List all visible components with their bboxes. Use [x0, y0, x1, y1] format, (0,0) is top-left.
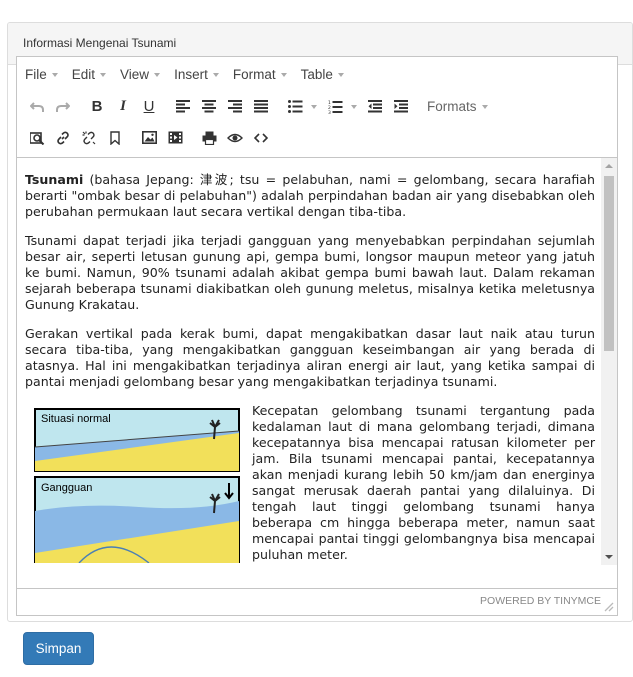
chevron-down-icon	[481, 105, 488, 109]
toolbar-row-1: B I U 123 Formats	[17, 91, 617, 122]
scrollbar-thumb[interactable]	[604, 176, 614, 351]
paragraph-4: Kecepatan gelombang tsunami tergantung p…	[252, 403, 595, 562]
find-replace-icon	[29, 131, 44, 145]
save-button[interactable]: Simpan	[23, 632, 94, 665]
bold-icon: B	[91, 98, 103, 115]
chevron-down-icon	[154, 72, 161, 77]
align-left-button[interactable]	[171, 96, 195, 118]
italic-button[interactable]: I	[111, 96, 135, 118]
chevron-down-icon	[311, 104, 317, 109]
menu-file[interactable]: File	[25, 67, 58, 82]
menu-format-label: Format	[232, 66, 276, 82]
bullet-list-button[interactable]	[283, 96, 307, 118]
outdent-button[interactable]	[363, 96, 387, 118]
bookmark-button[interactable]	[103, 127, 127, 149]
chevron-down-icon	[51, 72, 58, 77]
align-justify-icon	[254, 100, 268, 113]
unlink-icon	[82, 131, 96, 144]
media-icon	[168, 131, 182, 144]
image-icon	[141, 131, 157, 144]
undo-icon	[30, 101, 44, 112]
menu-edit-label: Edit	[71, 66, 96, 82]
paragraph-1: Tsunami (bahasa Jepang: 津波; tsu = pelabu…	[25, 172, 595, 220]
indent-icon	[394, 100, 408, 113]
menu-table[interactable]: Table	[301, 67, 344, 82]
undo-button[interactable]	[25, 96, 49, 118]
rich-text-editor: File Edit View Insert Format Table B I U	[16, 56, 618, 616]
svg-text:3: 3	[328, 110, 331, 114]
numbered-list-icon: 123	[328, 100, 342, 114]
preview-eye-icon	[227, 133, 243, 142]
figure-paragraph: Situasi normal Gangguan Kecepatan gelomb…	[25, 403, 595, 563]
menu-edit[interactable]: Edit	[71, 66, 107, 82]
preview-button[interactable]	[223, 127, 247, 149]
align-center-button[interactable]	[197, 96, 221, 118]
media-button[interactable]	[163, 127, 187, 149]
menu-table-label: Table	[300, 66, 333, 82]
chevron-down-icon	[100, 72, 107, 77]
chevron-down-icon	[212, 72, 219, 77]
paragraph-3: Gerakan vertikal pada kerak bumi, dapat …	[25, 326, 595, 389]
resize-handle-icon[interactable]	[604, 602, 614, 612]
menu-insert-label: Insert	[174, 66, 208, 82]
bullet-list-dropdown[interactable]	[309, 96, 319, 118]
toolbar-row-2	[17, 122, 617, 153]
align-justify-button[interactable]	[249, 96, 273, 118]
link-button[interactable]	[51, 127, 75, 149]
menu-insert[interactable]: Insert	[174, 67, 219, 82]
figure-label-disturbance: Gangguan	[41, 482, 93, 494]
align-left-icon	[176, 100, 190, 113]
formats-label: Formats	[427, 99, 477, 114]
editor-menubar: File Edit View Insert Format Table	[17, 57, 617, 91]
editor-statusbar: POWERED BY TINYMCE	[17, 588, 617, 615]
outdent-icon	[368, 100, 382, 113]
menu-file-label: File	[25, 66, 47, 82]
tsunami-diagram-image: Situasi normal Gangguan	[29, 403, 244, 563]
bookmark-icon	[110, 130, 120, 145]
menu-format[interactable]: Format	[233, 67, 287, 82]
bullet-list-icon	[287, 100, 302, 113]
chevron-down-icon	[337, 72, 344, 77]
scroll-up-arrow-icon[interactable]	[605, 164, 613, 168]
paragraph-1-text: (bahasa Jepang: 津波; tsu = pelabuhan, nam…	[25, 172, 595, 219]
redo-icon	[56, 101, 70, 112]
menu-view-label: View	[120, 66, 150, 82]
print-button[interactable]	[197, 127, 221, 149]
chevron-down-icon	[351, 104, 357, 109]
editor-content-area[interactable]: Tsunami (bahasa Jepang: 津波; tsu = pelabu…	[17, 157, 601, 565]
paragraph-2: Tsunami dapat terjadi jika terjadi gangg…	[25, 233, 595, 312]
align-right-icon	[228, 100, 242, 113]
align-right-button[interactable]	[223, 96, 247, 118]
link-icon	[57, 131, 69, 144]
image-button[interactable]	[137, 127, 161, 149]
underline-icon: U	[143, 98, 155, 115]
powered-by-text[interactable]: POWERED BY TINYMCE	[480, 595, 601, 607]
print-icon	[202, 131, 216, 145]
scroll-down-arrow-icon[interactable]	[605, 555, 613, 559]
menu-view[interactable]: View	[120, 66, 161, 82]
find-replace-button[interactable]	[25, 127, 49, 149]
source-code-icon	[254, 132, 268, 143]
indent-button[interactable]	[389, 96, 413, 118]
bold-button[interactable]: B	[85, 96, 109, 118]
formats-dropdown[interactable]: Formats	[427, 99, 488, 114]
content-scrollbar[interactable]	[601, 157, 617, 565]
italic-icon: I	[120, 98, 126, 114]
chevron-down-icon	[280, 72, 287, 77]
align-center-icon	[202, 100, 216, 113]
numbered-list-dropdown[interactable]	[349, 96, 359, 118]
paragraph-1-bold-term: Tsunami	[25, 172, 84, 187]
unlink-button[interactable]	[77, 127, 101, 149]
numbered-list-button[interactable]: 123	[323, 96, 347, 118]
figure-label-normal: Situasi normal	[41, 413, 111, 425]
underline-button[interactable]: U	[137, 96, 161, 118]
redo-button[interactable]	[51, 96, 75, 118]
source-code-button[interactable]	[249, 127, 273, 149]
